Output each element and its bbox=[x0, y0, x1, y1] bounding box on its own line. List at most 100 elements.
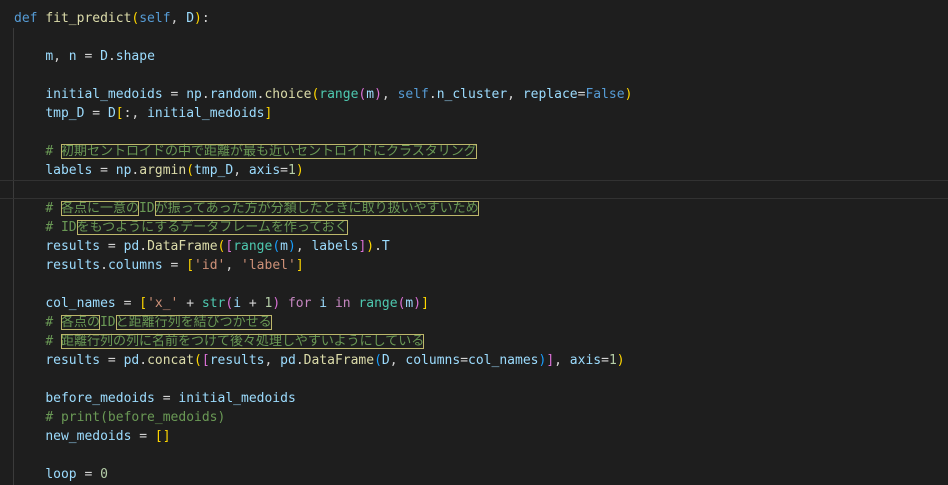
token-v: before_medoids bbox=[45, 391, 155, 406]
code-line[interactable]: new_medoids = [] bbox=[0, 427, 948, 446]
token-n: 1 bbox=[609, 353, 617, 368]
code-line[interactable]: results.columns = ['id', 'label'] bbox=[0, 256, 948, 275]
code-line[interactable]: m, n = D.shape bbox=[0, 47, 948, 66]
token-v: D bbox=[100, 49, 108, 64]
code-line[interactable]: # 初期セントロイドの中で距離が最も近いセントロイドにクラスタリング bbox=[0, 142, 948, 161]
token-v: axis bbox=[249, 163, 280, 178]
token-v: new_medoids bbox=[45, 429, 131, 444]
code-line[interactable]: def fit_predict(self, D): bbox=[0, 9, 948, 28]
token-o: . bbox=[429, 87, 437, 102]
token-k: self bbox=[139, 11, 170, 26]
token-v: labels bbox=[45, 163, 92, 178]
code-editor[interactable]: def fit_predict(self, D): m, n = D.shape… bbox=[0, 0, 948, 485]
code-line[interactable] bbox=[0, 275, 948, 294]
token-v: tmp_D bbox=[45, 106, 84, 121]
token-o: = bbox=[131, 429, 154, 444]
token-o bbox=[14, 429, 45, 444]
code-line[interactable]: results = pd.concat([results, pd.DataFra… bbox=[0, 351, 948, 370]
token-f: choice bbox=[264, 87, 311, 102]
token-o bbox=[14, 296, 45, 311]
token-o: + bbox=[241, 296, 264, 311]
token-n: 1 bbox=[288, 163, 296, 178]
token-v: T bbox=[382, 239, 390, 254]
code-line[interactable]: before_medoids = initial_medoids bbox=[0, 389, 948, 408]
token-c: # bbox=[45, 334, 61, 349]
token-t: range bbox=[319, 87, 358, 102]
token-b2: [ bbox=[225, 239, 233, 254]
code-line[interactable]: # IDをもつようにするデータフレームを作っておく bbox=[0, 218, 948, 237]
token-c: ID bbox=[100, 315, 116, 330]
token-b1: ) bbox=[617, 353, 625, 368]
code-line[interactable] bbox=[0, 446, 948, 465]
code-line[interactable] bbox=[0, 66, 948, 85]
token-b2: ) bbox=[272, 296, 280, 311]
code-line[interactable]: col_names = ['x_' + str(i + 1) for i in … bbox=[0, 294, 948, 313]
token-b3: ( bbox=[374, 353, 382, 368]
token-cb: 各点に一意の bbox=[61, 201, 139, 216]
token-o: = bbox=[601, 353, 609, 368]
token-b1: ] bbox=[163, 429, 171, 444]
token-b2: ) bbox=[374, 87, 382, 102]
token-v: results bbox=[45, 239, 100, 254]
token-c: # bbox=[45, 144, 61, 159]
token-o: , bbox=[390, 353, 406, 368]
token-b1: ) bbox=[366, 239, 374, 254]
token-b3: ) bbox=[288, 239, 296, 254]
token-b1: [ bbox=[139, 296, 147, 311]
code-line-current[interactable] bbox=[0, 180, 948, 199]
token-v: n bbox=[69, 49, 77, 64]
token-o: . bbox=[202, 87, 210, 102]
token-o: , bbox=[225, 258, 241, 273]
code-line[interactable]: # 各点に一意のIDが振ってあった方が分類したときに取り扱いやすいため bbox=[0, 199, 948, 218]
token-v: D bbox=[108, 106, 116, 121]
token-v: random bbox=[210, 87, 257, 102]
token-o: = bbox=[77, 49, 100, 64]
token-o bbox=[14, 353, 45, 368]
token-b1: ] bbox=[264, 106, 272, 121]
token-k: def bbox=[14, 11, 45, 26]
token-b3: ( bbox=[272, 239, 280, 254]
token-o: , bbox=[382, 87, 398, 102]
token-cb: 初期セントロイドの中で距離が最も近いセントロイドにクラスタリング bbox=[61, 144, 477, 159]
token-o bbox=[14, 334, 45, 349]
token-v: pd bbox=[280, 353, 296, 368]
token-o bbox=[14, 163, 45, 178]
code-line[interactable]: results = pd.DataFrame([range(m), labels… bbox=[0, 237, 948, 256]
code-line[interactable]: tmp_D = D[:, initial_medoids] bbox=[0, 104, 948, 123]
token-v: m bbox=[45, 49, 53, 64]
token-o bbox=[14, 410, 45, 425]
token-f: fit_predict bbox=[45, 11, 131, 26]
token-v: col_names bbox=[468, 353, 538, 368]
token-v: results bbox=[45, 258, 100, 273]
token-o: . bbox=[374, 239, 382, 254]
code-line[interactable]: initial_medoids = np.random.choice(range… bbox=[0, 85, 948, 104]
token-n: 0 bbox=[100, 467, 108, 482]
token-b1: ] bbox=[296, 258, 304, 273]
token-v: loop bbox=[45, 467, 76, 482]
token-t: range bbox=[233, 239, 272, 254]
token-o bbox=[14, 87, 45, 102]
token-c: # ID bbox=[45, 220, 76, 235]
token-v: columns bbox=[405, 353, 460, 368]
token-o bbox=[14, 201, 45, 216]
code-line[interactable] bbox=[0, 123, 948, 142]
token-b1: ( bbox=[194, 353, 202, 368]
token-f: DataFrame bbox=[147, 239, 217, 254]
token-o: = bbox=[84, 106, 107, 121]
token-cb: が振ってあった方が分類したときに取り扱いやすいため bbox=[155, 201, 479, 216]
token-o: . bbox=[296, 353, 304, 368]
code-line[interactable]: labels = np.argmin(tmp_D, axis=1) bbox=[0, 161, 948, 180]
code-line[interactable] bbox=[0, 370, 948, 389]
code-line[interactable]: # 各点のIDと距離行列を結びつかせる bbox=[0, 313, 948, 332]
code-line[interactable]: loop = 0 bbox=[0, 465, 948, 484]
code-line[interactable]: # 距離行列の列に名前をつけて後々処理しやすいようにしている bbox=[0, 332, 948, 351]
token-b1: ) bbox=[625, 87, 633, 102]
token-v: labels bbox=[311, 239, 358, 254]
token-o bbox=[14, 258, 45, 273]
token-o bbox=[14, 239, 45, 254]
code-line[interactable]: # print(before_medoids) bbox=[0, 408, 948, 427]
token-o: = bbox=[280, 163, 288, 178]
code-line[interactable] bbox=[0, 28, 948, 47]
token-v: axis bbox=[570, 353, 601, 368]
token-v: tmp_D bbox=[194, 163, 233, 178]
